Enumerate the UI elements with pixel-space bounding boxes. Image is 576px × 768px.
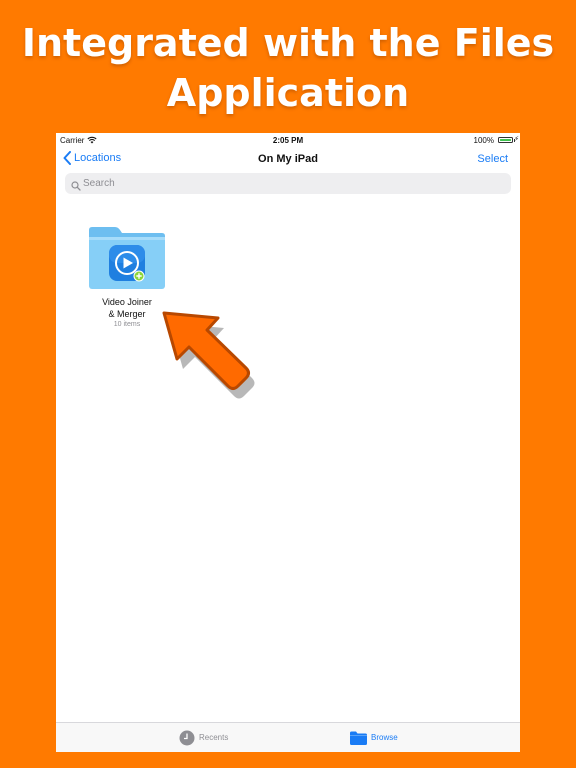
status-bar: Carrier 2:05 PM 100% ⚡ bbox=[56, 133, 520, 147]
clock-icon bbox=[179, 730, 195, 745]
tab-recents-label: Recents bbox=[199, 733, 229, 742]
battery-icon bbox=[498, 137, 513, 143]
search-icon bbox=[71, 178, 81, 196]
select-button[interactable]: Select bbox=[477, 153, 508, 165]
tab-recents[interactable]: Recents bbox=[179, 723, 228, 752]
battery-percent: 100% bbox=[473, 136, 494, 145]
status-time: 2:05 PM bbox=[272, 136, 304, 145]
search-input[interactable] bbox=[83, 173, 493, 194]
ipad-screen: Carrier 2:05 PM 100% ⚡ Locations On My i… bbox=[56, 133, 520, 752]
video-folder-icon bbox=[89, 227, 165, 289]
folder-icon bbox=[350, 731, 367, 745]
pointer-arrow-icon bbox=[162, 311, 255, 399]
tab-browse-label: Browse bbox=[371, 733, 398, 742]
promo-headline-line1: Integrated with the Files bbox=[21, 21, 555, 65]
page-title: On My iPad bbox=[258, 153, 318, 165]
charging-icon: ⚡ bbox=[514, 136, 519, 143]
tab-browse[interactable]: Browse bbox=[350, 723, 398, 752]
tab-bar: Recents Browse bbox=[56, 722, 520, 752]
navigation-bar: Locations On My iPad Select bbox=[56, 147, 520, 173]
search-bar[interactable] bbox=[65, 173, 511, 194]
promo-headline-line2: Application bbox=[166, 71, 410, 115]
